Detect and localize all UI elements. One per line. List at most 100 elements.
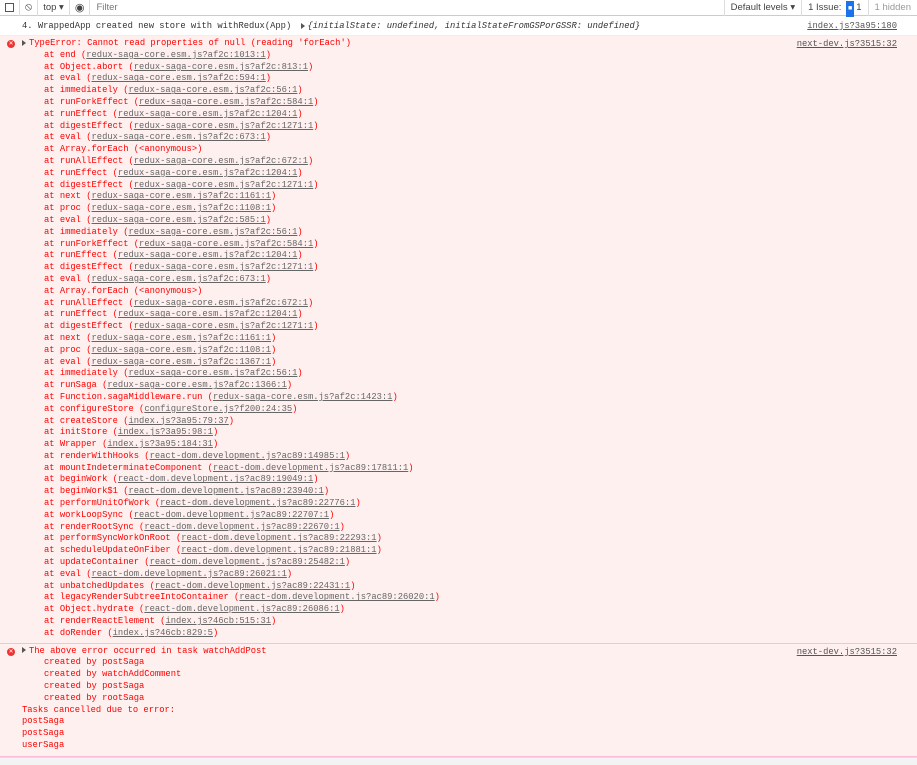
frame-link[interactable]: react-dom.development.js?ac89:22431:1 — [155, 581, 350, 591]
frame-link[interactable]: react-dom.development.js?ac89:19049:1 — [118, 474, 313, 484]
frame-link[interactable]: redux-saga-core.esm.js?af2c:672:1 — [134, 156, 308, 166]
frame-link[interactable]: redux-saga-core.esm.js?af2c:594:1 — [92, 73, 266, 83]
log-object[interactable]: {initialState: undefined, initialStateFr… — [308, 21, 641, 31]
frame-link[interactable]: react-dom.development.js?ac89:22293:1 — [181, 533, 376, 543]
stack-frame: at runEffect (redux-saga-core.esm.js?af2… — [44, 309, 303, 320]
frame-function: immediately — [59, 226, 118, 237]
created-by-line: created by postSaga — [44, 657, 145, 668]
stack-frame: at updateContainer (react-dom.developmen… — [44, 557, 351, 568]
frame-link[interactable]: redux-saga-core.esm.js?af2c:1161:1 — [92, 333, 272, 343]
levels-label: Default levels — [730, 1, 788, 13]
cancelled-task: postSaga — [22, 728, 65, 739]
frame-link[interactable]: redux-saga-core.esm.js?af2c:672:1 — [134, 298, 308, 308]
frame-function: runForkEffect — [59, 238, 129, 249]
frame-link[interactable]: redux-saga-core.esm.js?af2c:584:1 — [139, 239, 313, 249]
stack-frame: at createStore (index.js?3a95:79:37) — [44, 415, 235, 426]
issues-button[interactable]: 1 Issue: ■ 1 — [801, 0, 867, 17]
stack-frame: at runAllEffect (redux-saga-core.esm.js?… — [44, 297, 314, 308]
frame-link[interactable]: react-dom.development.js?ac89:26021:1 — [92, 569, 287, 579]
dropdown-arrow-icon: ▾ — [59, 2, 64, 13]
frame-function: digestEffect — [59, 179, 124, 190]
frame-link[interactable]: redux-saga-core.esm.js?af2c:1271:1 — [134, 262, 314, 272]
expand-triangle-icon[interactable] — [22, 647, 26, 654]
frame-link[interactable]: react-dom.development.js?ac89:17811:1 — [213, 463, 408, 473]
frame-link[interactable]: redux-saga-core.esm.js?af2c:1204:1 — [118, 250, 298, 260]
source-link[interactable]: next-dev.js?3515:32 — [797, 647, 897, 659]
frame-link[interactable]: react-dom.development.js?ac89:25482:1 — [150, 557, 345, 567]
frame-link[interactable]: index.js?3a95:184:31 — [107, 439, 213, 449]
frame-link[interactable]: redux-saga-core.esm.js?af2c:56:1 — [128, 227, 297, 237]
frame-link[interactable]: index.js?46cb:515:31 — [165, 616, 271, 626]
stack-frame: at digestEffect (redux-saga-core.esm.js?… — [44, 262, 319, 273]
frame-link[interactable]: redux-saga-core.esm.js?af2c:673:1 — [92, 132, 266, 142]
frame-function: proc — [59, 344, 81, 355]
frame-link[interactable]: index.js?46cb:829:5 — [113, 628, 213, 638]
stack-trace: at end (redux-saga-core.esm.js?af2c:1013… — [0, 50, 917, 640]
source-link[interactable]: next-dev.js?3515:32 — [797, 39, 897, 51]
frame-link[interactable]: redux-saga-core.esm.js?af2c:56:1 — [128, 368, 297, 378]
created-by-line: created by watchAddComment — [44, 669, 182, 680]
frame-link[interactable]: redux-saga-core.esm.js?af2c:1108:1 — [92, 203, 272, 213]
stack-frame: at immediately (redux-saga-core.esm.js?a… — [44, 226, 303, 237]
frame-link[interactable]: redux-saga-core.esm.js?af2c:1204:1 — [118, 168, 298, 178]
stack-frame: at immediately (redux-saga-core.esm.js?a… — [44, 368, 303, 379]
frame-link[interactable]: react-dom.development.js?ac89:23940:1 — [128, 486, 323, 496]
clear-console-button[interactable]: ⦸ — [20, 0, 39, 16]
sidebar-toggle-button[interactable] — [0, 0, 20, 16]
frame-function: workLoopSync — [59, 509, 124, 520]
live-expression-button[interactable]: ◉ — [70, 0, 91, 16]
log-levels-dropdown[interactable]: Default levels ▾ — [723, 0, 801, 16]
frame-link[interactable]: redux-saga-core.esm.js?af2c:1271:1 — [134, 180, 314, 190]
frame-link[interactable]: configureStore.js?f200:24:35 — [144, 404, 292, 414]
frame-link[interactable]: react-dom.development.js?ac89:26086:1 — [144, 604, 339, 614]
expand-triangle-icon[interactable] — [22, 39, 26, 46]
context-selector[interactable]: top ▾ — [38, 0, 70, 16]
frame-link[interactable]: react-dom.development.js?ac89:22776:1 — [160, 498, 355, 508]
issue-icon: ■ — [846, 0, 855, 17]
error-text: TypeError: Cannot read properties of nul… — [29, 38, 352, 48]
frame-link[interactable]: react-dom.development.js?ac89:26020:1 — [239, 592, 434, 602]
frame-function: runEffect — [59, 309, 108, 320]
frame-link[interactable]: index.js?3a95:79:37 — [128, 416, 228, 426]
frame-location: <anonymous> — [139, 144, 198, 155]
frame-link[interactable]: index.js?3a95:98:1 — [118, 427, 213, 437]
stack-frame: at performSyncWorkOnRoot (react-dom.deve… — [44, 533, 382, 544]
frame-link[interactable]: redux-saga-core.esm.js?af2c:1367:1 — [92, 357, 272, 367]
frame-link[interactable]: redux-saga-core.esm.js?af2c:673:1 — [92, 274, 266, 284]
frame-link[interactable]: redux-saga-core.esm.js?af2c:1204:1 — [118, 109, 298, 119]
frame-link[interactable]: redux-saga-core.esm.js?af2c:813:1 — [134, 62, 308, 72]
frame-link[interactable]: redux-saga-core.esm.js?af2c:1161:1 — [92, 191, 272, 201]
frame-link[interactable]: redux-saga-core.esm.js?af2c:1271:1 — [134, 121, 314, 131]
frame-link[interactable]: redux-saga-core.esm.js?af2c:56:1 — [128, 85, 297, 95]
console-prompt[interactable] — [0, 756, 917, 765]
stack-frame: at eval (redux-saga-core.esm.js?af2c:673… — [44, 132, 272, 143]
frame-function: doRender — [59, 627, 103, 638]
frame-link[interactable]: redux-saga-core.esm.js?af2c:1366:1 — [107, 380, 287, 390]
stack-frame: at eval (redux-saga-core.esm.js?af2c:594… — [44, 73, 272, 84]
stack-frame: at immediately (redux-saga-core.esm.js?a… — [44, 85, 303, 96]
frame-link[interactable]: redux-saga-core.esm.js?af2c:585:1 — [92, 215, 266, 225]
source-link[interactable]: index.js?3a95:180 — [807, 16, 897, 36]
frame-link[interactable]: redux-saga-core.esm.js?af2c:1108:1 — [92, 345, 272, 355]
frame-link[interactable]: react-dom.development.js?ac89:21881:1 — [181, 545, 376, 555]
frame-function: renderReactElement — [59, 616, 155, 627]
frame-link[interactable]: react-dom.development.js?ac89:22670:1 — [144, 522, 339, 532]
stack-frame: at next (redux-saga-core.esm.js?af2c:116… — [44, 191, 277, 202]
expand-triangle-icon[interactable] — [300, 22, 305, 29]
frame-link[interactable]: redux-saga-core.esm.js?af2c:1271:1 — [134, 321, 314, 331]
frame-link[interactable]: redux-saga-core.esm.js?af2c:1013:1 — [86, 50, 266, 60]
stack-frame: at renderReactElement (index.js?46cb:515… — [44, 616, 277, 627]
frame-link[interactable]: redux-saga-core.esm.js?af2c:1204:1 — [118, 309, 298, 319]
frame-function: runEffect — [59, 250, 108, 261]
frame-link[interactable]: react-dom.development.js?ac89:22707:1 — [134, 510, 329, 520]
frame-link[interactable]: react-dom.development.js?ac89:14985:1 — [150, 451, 345, 461]
eye-icon: ◉ — [74, 2, 85, 14]
frame-link[interactable]: redux-saga-core.esm.js?af2c:584:1 — [139, 97, 313, 107]
stack-frame: at runSaga (redux-saga-core.esm.js?af2c:… — [44, 380, 293, 391]
frame-link[interactable]: redux-saga-core.esm.js?af2c:1423:1 — [213, 392, 393, 402]
frame-function: configureStore — [59, 403, 134, 414]
stack-frame: at Array.forEach (<anonymous>) — [44, 285, 203, 296]
frame-function: performSyncWorkOnRoot — [59, 533, 171, 544]
filter-input[interactable]: Filter — [90, 0, 723, 16]
stack-frame: at next (redux-saga-core.esm.js?af2c:116… — [44, 332, 277, 343]
